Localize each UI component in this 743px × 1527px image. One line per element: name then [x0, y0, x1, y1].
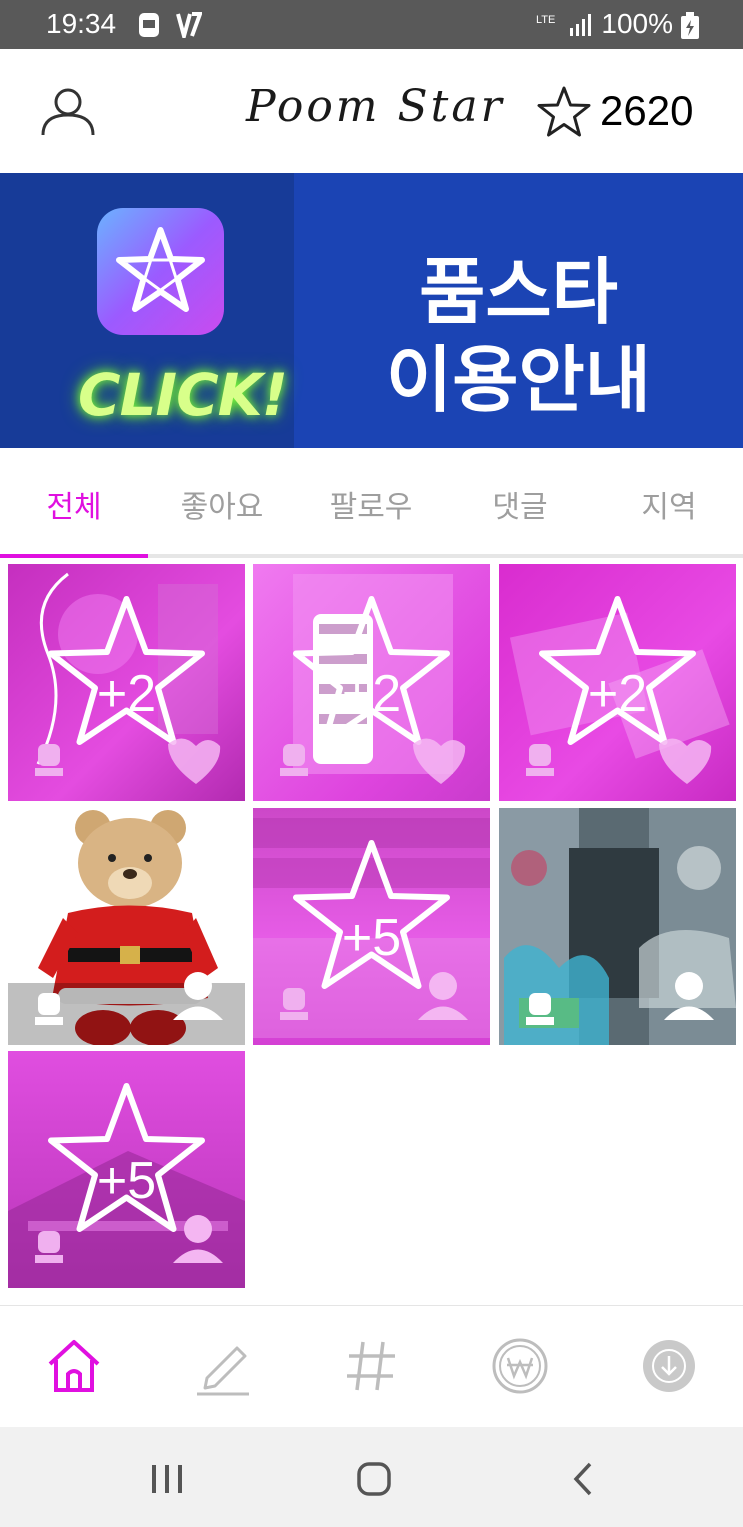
reward-amount: +5: [341, 909, 402, 967]
post-tile[interactable]: +5: [8, 1051, 245, 1288]
heart-icon: [413, 738, 466, 784]
system-nav-bar: [0, 1427, 743, 1527]
reward-amount: +2: [341, 665, 402, 723]
tab-all[interactable]: 전체: [0, 482, 148, 526]
pencil-icon[interactable]: [193, 1336, 253, 1396]
alarm-icon: [35, 1255, 63, 1263]
star-points-icon[interactable]: [536, 85, 592, 139]
messenger-icon: [139, 13, 159, 37]
tab-underline: [0, 554, 743, 558]
tab-comments[interactable]: 댓글: [446, 482, 594, 526]
post-thumbnail: [499, 808, 736, 1045]
reward-amount: +5: [96, 1152, 157, 1210]
app-header: Poom Star 2620: [0, 49, 743, 173]
vpn-key-icon: [176, 12, 202, 38]
filter-tabs: 전체 좋아요 팔로우 댓글 지역: [0, 448, 743, 558]
points-count[interactable]: 2620: [600, 87, 693, 135]
heart-icon: [168, 738, 221, 784]
won-coin-icon[interactable]: [490, 1336, 550, 1396]
post-tile[interactable]: [8, 808, 245, 1045]
hashtag-icon[interactable]: [341, 1336, 401, 1396]
guide-banner[interactable]: CLICK! 품스타 이용안내: [0, 173, 743, 448]
bottom-nav: [0, 1305, 743, 1428]
status-time: 19:34: [46, 8, 117, 39]
banner-title-line2: 이용안내: [386, 338, 651, 422]
download-icon[interactable]: [639, 1336, 699, 1396]
post-tile[interactable]: +2: [8, 564, 245, 801]
lte-label: LTE: [536, 14, 555, 26]
status-bar: 19:34 LTE 100%: [0, 0, 743, 49]
reward-amount: +2: [96, 665, 157, 723]
tab-region[interactable]: 지역: [595, 482, 743, 526]
battery-icon: [681, 12, 699, 39]
alarm-icon: [526, 768, 554, 776]
alarm-icon: [280, 768, 308, 776]
alarm-icon: [35, 768, 63, 776]
post-thumbnail: [8, 810, 245, 1045]
alarm-icon: [526, 1017, 554, 1025]
recent-apps-icon[interactable]: [148, 1463, 186, 1495]
app-logo-icon: [97, 208, 224, 335]
home-button-icon[interactable]: [356, 1461, 392, 1497]
post-tile[interactable]: +5: [253, 808, 490, 1045]
alarm-icon: [35, 1017, 63, 1025]
battery-percent: 100%: [601, 8, 673, 39]
click-label: CLICK!: [78, 361, 288, 429]
active-tab-indicator: [0, 554, 148, 558]
tab-likes[interactable]: 좋아요: [148, 482, 296, 526]
heart-icon: [659, 738, 712, 784]
alarm-icon: [280, 1012, 308, 1020]
tab-follow[interactable]: 팔로우: [297, 482, 445, 526]
post-tile[interactable]: +2: [253, 564, 490, 801]
home-icon[interactable]: [44, 1336, 104, 1396]
signal-icon: LTE: [536, 14, 591, 36]
back-icon[interactable]: [570, 1461, 596, 1497]
post-tile[interactable]: [499, 808, 736, 1045]
profile-icon[interactable]: [40, 85, 96, 137]
reward-amount: +2: [587, 665, 648, 723]
post-tile[interactable]: +2: [499, 564, 736, 801]
brand-title: Poom Star: [246, 81, 505, 132]
